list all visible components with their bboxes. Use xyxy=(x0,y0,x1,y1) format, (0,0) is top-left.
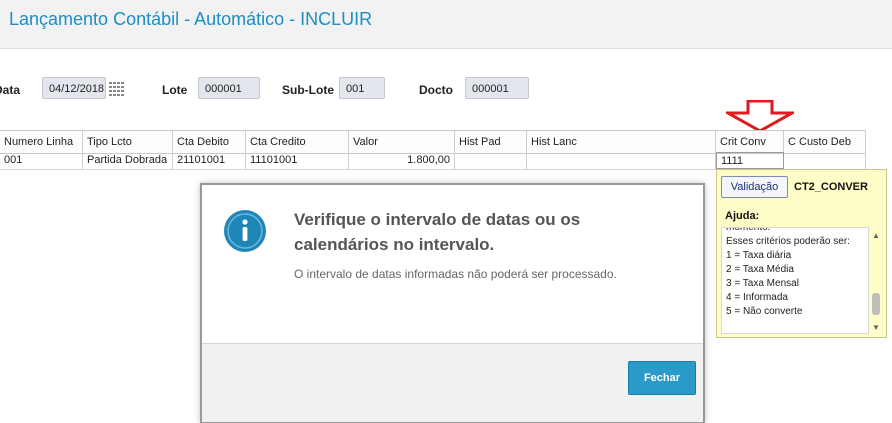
title-bar: Lançamento Contábil - Automático - INCLU… xyxy=(0,0,892,49)
info-icon xyxy=(224,210,266,252)
help-line: 3 = Taxa Mensal xyxy=(726,278,799,289)
help-scrollbar[interactable]: ▲ ▼ xyxy=(870,231,882,332)
cell-hist-lanc[interactable] xyxy=(527,152,716,169)
cell-cta-debito[interactable]: 21101001 xyxy=(173,152,246,169)
help-panel: Validação CT2_CONVER Ajuda: momento. Ess… xyxy=(716,169,887,338)
sublote-label: Sub-Lote xyxy=(282,83,334,97)
column-header-hist-lanc[interactable]: Hist Lanc xyxy=(527,131,716,153)
cell-crit-conv[interactable]: 1111 xyxy=(716,152,784,169)
docto-label: Docto xyxy=(419,83,453,97)
cell-numero-linha[interactable]: 001 xyxy=(0,152,83,169)
help-line: 5 = Não converte xyxy=(726,306,803,317)
grid-header: Numero Linha Tipo Lcto Cta Debito Cta Cr… xyxy=(0,130,866,154)
dialog-title: Verifique o intervalo de datas ou os cal… xyxy=(294,210,581,254)
help-text-box[interactable]: momento. Esses critérios poderão ser: 1 … xyxy=(721,227,869,334)
cell-hist-pad[interactable] xyxy=(455,152,527,169)
dialog-footer: Fechar xyxy=(202,343,703,422)
scroll-up-icon[interactable]: ▲ xyxy=(872,231,880,240)
column-header-hist-pad[interactable]: Hist Pad xyxy=(455,131,527,153)
cell-valor[interactable]: 1.800,00 xyxy=(349,152,455,169)
docto-field[interactable]: 000001 xyxy=(465,77,529,99)
help-line: Esses critérios poderão ser: xyxy=(726,236,850,247)
cell-cta-credito[interactable]: 11101001 xyxy=(246,152,349,169)
data-field[interactable]: 04/12/2018 xyxy=(42,77,106,99)
lote-label: Lote xyxy=(162,83,188,97)
field-code: CT2_CONVER xyxy=(794,181,868,193)
help-line: 2 = Taxa Média xyxy=(726,264,794,275)
validation-button[interactable]: Validação xyxy=(721,176,788,198)
cell-tipo-lcto[interactable]: Partida Dobrada xyxy=(83,152,173,169)
scroll-down-icon[interactable]: ▼ xyxy=(872,323,880,332)
dialog-message: O intervalo de datas informadas não pode… xyxy=(294,267,617,281)
table-row[interactable]: 001 Partida Dobrada 21101001 11101001 1.… xyxy=(0,152,866,170)
help-line: 4 = Informada xyxy=(726,292,788,303)
calendar-icon[interactable] xyxy=(109,82,125,96)
data-label: Data xyxy=(0,83,21,97)
scroll-thumb[interactable] xyxy=(872,293,880,315)
column-header-numero-linha[interactable]: Numero Linha xyxy=(0,131,83,153)
column-header-crit-conv[interactable]: Crit Conv xyxy=(716,131,784,153)
close-button[interactable]: Fechar xyxy=(628,361,696,395)
cell-c-custo-deb[interactable] xyxy=(784,152,866,169)
column-header-valor[interactable]: Valor xyxy=(349,131,455,153)
lote-field[interactable]: 000001 xyxy=(198,77,260,99)
column-header-cta-debito[interactable]: Cta Debito xyxy=(173,131,246,153)
alert-dialog: Verifique o intervalo de datas ou os cal… xyxy=(200,183,705,423)
column-header-c-custo-deb[interactable]: C Custo Deb xyxy=(784,131,866,153)
column-header-cta-credito[interactable]: Cta Credito xyxy=(246,131,349,153)
window-title: Lançamento Contábil - Automático - INCLU… xyxy=(9,9,373,29)
sublote-field[interactable]: 001 xyxy=(339,77,385,99)
down-arrow-icon xyxy=(726,100,794,132)
help-line: 1 = Taxa diária xyxy=(726,250,792,261)
column-header-tipo-lcto[interactable]: Tipo Lcto xyxy=(83,131,173,153)
help-label: Ajuda: xyxy=(725,210,760,222)
help-line: momento. xyxy=(726,227,771,233)
